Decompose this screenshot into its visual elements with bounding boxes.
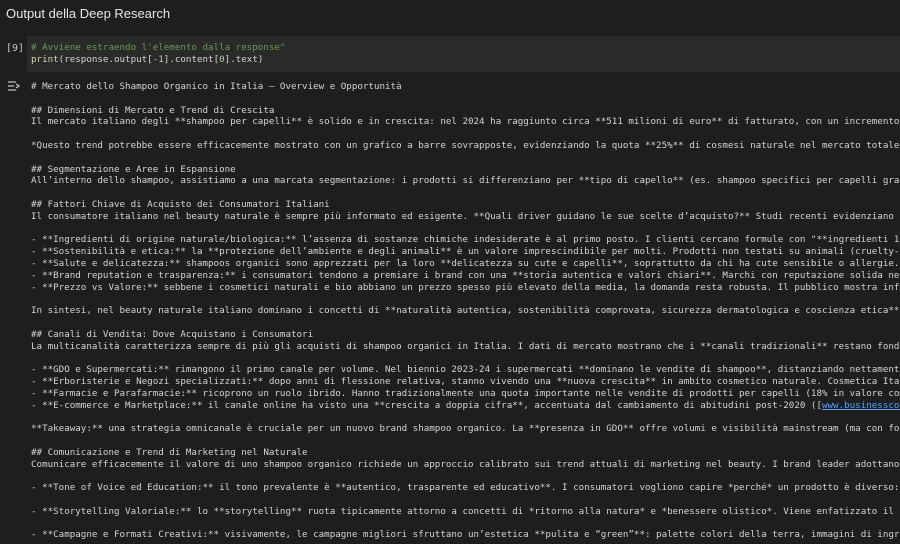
code-arg-b: ].content[ (163, 54, 220, 65)
output-line: *Questo trend potrebbe essere efficaceme… (31, 140, 900, 151)
output-line: - **Salute e delicatezza:** shampoos org… (31, 258, 900, 269)
code-index: -1 (152, 54, 164, 65)
code-print-fn: print (31, 54, 59, 65)
output-line: ## Segmentazione e Aree in Espansione (31, 163, 236, 175)
output-line: - **Storytelling Valoriale:** lo **story… (31, 505, 900, 517)
output-line: **Takeaway:** una strategia omnicanale è… (31, 423, 900, 435)
output-line: In sintesi, nel beauty naturale italiano… (31, 305, 900, 317)
output-line: All’interno dello shampoo, assistiamo a … (31, 175, 900, 187)
output-line: - **E-commerce e Marketplace:** il canal… (31, 400, 900, 412)
code-cell[interactable]: [9] # Avviene estraendo l'elemento dalla… (0, 36, 900, 72)
output-line: Comunicare efficacemente il valore di un… (31, 458, 900, 470)
output-line: ## Fattori Chiave di Acquisto dei Consum… (31, 199, 330, 210)
output-line: - **Campagne e Formati Creativi:** visiv… (31, 529, 900, 541)
output-line: - **GDO e Supermercati:** rimangono il p… (31, 364, 900, 376)
output-line: ## Canali di Vendita: Dove Acquistano i … (31, 328, 314, 340)
code-comment: # Avviene estraendo l'elemento dalla res… (31, 42, 286, 53)
output-line: # Mercato dello Shampoo Organico in Ital… (31, 81, 402, 92)
output-line: La multicanalità caratterizza sempre di … (31, 340, 900, 352)
output-line: - **Prezzo vs Valore:** sebbene i cosmet… (31, 281, 900, 293)
execution-count: [9] (6, 43, 25, 54)
output-toggle-icon[interactable] (7, 79, 21, 93)
output-line: - **Brand reputation e trasparenza:** i … (31, 269, 900, 281)
code-arg-a: (response.output[ (58, 54, 153, 65)
output-line: Il mercato italiano degli **shampoo per … (31, 116, 900, 128)
output-line: - **Sostenibilità e etica:** la **protez… (31, 246, 900, 258)
output-line: - **Farmacie e Parafarmacie:** ricoprono… (31, 387, 900, 399)
cell-output: # Mercato dello Shampoo Organico in Ital… (31, 80, 900, 544)
source-link[interactable]: www.businesscoot.com (822, 400, 900, 411)
output-line: Il consumatore italiano nel beauty natur… (31, 210, 900, 222)
output-line: - **Tone of Voice ed Education:** il ton… (31, 482, 900, 494)
output-line: ## Comunicazione e Trend di Marketing ne… (31, 446, 308, 458)
page-title: Output della Deep Research (6, 6, 171, 21)
output-line: - **Erboristerie e Negozi specializzati:… (31, 376, 900, 387)
output-header: Output della Deep Research (0, 0, 900, 34)
code-arg-c: ].text) (224, 54, 264, 65)
output-line: - **Ingredienti di origine naturale/biol… (31, 234, 900, 246)
code-editor[interactable]: # Avviene estraendo l'elemento dalla res… (27, 36, 900, 72)
output-line: ## Dimensioni di Mercato e Trend di Cres… (31, 104, 275, 116)
